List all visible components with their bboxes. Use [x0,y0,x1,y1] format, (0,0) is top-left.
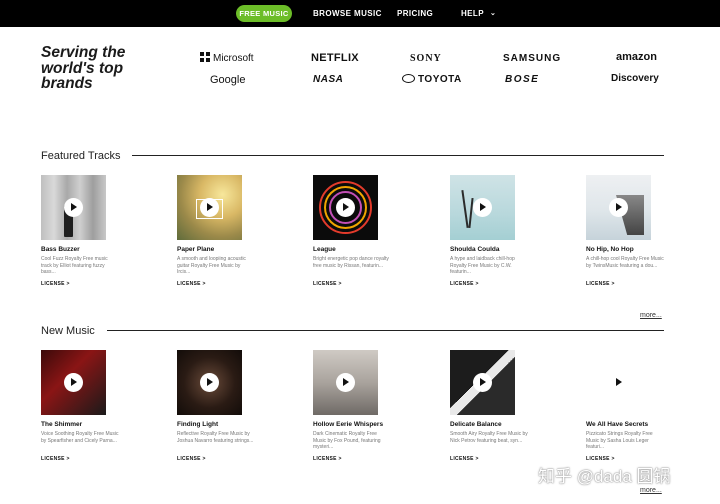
play-icon[interactable] [609,198,628,217]
watermark: 知乎 @dada 圆锅 [538,467,671,486]
license-link[interactable]: LICENSE > [177,456,206,462]
track-description: A chill-hop cool Royalty Free Music by T… [586,256,664,269]
track-title[interactable]: Bass Buzzer [41,246,80,253]
track-cover[interactable] [586,175,651,240]
track-title[interactable]: League [313,246,336,253]
track-cover[interactable] [586,350,651,415]
play-icon[interactable] [473,373,492,392]
play-icon[interactable] [336,373,355,392]
track-description: Smooth Airy Royalty Free Music by Nick P… [450,431,528,444]
logo-google: Google [210,74,246,86]
logo-samsung: SAMSUNG [503,53,562,64]
track-cover[interactable] [41,175,106,240]
track-cover[interactable] [313,175,378,240]
microsoft-grid-icon [200,52,210,62]
track-title[interactable]: Paper Plane [177,246,214,253]
featured-more-link[interactable]: more... [640,312,662,319]
play-icon[interactable] [64,198,83,217]
track-description: Pizzicato Strings Royalty Free Music by … [586,431,653,450]
license-link[interactable]: LICENSE > [313,456,342,462]
play-icon[interactable] [473,198,492,217]
section-divider [132,155,664,156]
play-icon[interactable] [336,198,355,217]
license-link[interactable]: LICENSE > [450,281,479,287]
nav-help-label: HELP [461,9,484,18]
license-link[interactable]: LICENSE > [450,456,479,462]
track-description: Bright energetic pop dance royalty free … [313,256,389,269]
track-cover[interactable] [450,175,515,240]
logo-sony: SONY [410,53,442,64]
featured-tracks-heading: Featured Tracks [41,150,121,162]
logo-toyota: TOYOTA [402,74,462,85]
logo-bose: BOSE [505,74,540,85]
track-description: Cool Fuzz Royalty Free music track by El… [41,256,108,275]
toyota-emblem-icon [402,74,415,83]
palm-art [468,197,474,229]
nav-help-menu[interactable]: HELP ⌄ [461,0,496,27]
track-title[interactable]: Delicate Balance [450,421,502,428]
top-nav: FREE MUSIC BROWSE MUSIC PRICING HELP ⌄ [0,0,720,27]
new-music-more-link[interactable]: more... [640,487,662,494]
chevron-down-icon: ⌄ [489,10,497,17]
track-cover[interactable] [450,350,515,415]
track-title[interactable]: No Hip, No Hop [586,246,634,253]
track-description: Reflective Royalty Free Music by Joshua … [177,431,254,444]
logo-discovery: Discovery [611,73,659,84]
nav-browse-music-link[interactable]: BROWSE MUSIC [313,0,382,27]
logo-nasa: NASA [313,74,344,85]
track-cover[interactable] [313,350,378,415]
license-link[interactable]: LICENSE > [586,281,615,287]
logo-netflix: NETFLIX [311,52,359,64]
license-link[interactable]: LICENSE > [313,281,342,287]
track-title[interactable]: Shoulda Coulda [450,246,499,253]
license-link[interactable]: LICENSE > [41,281,70,287]
palm-art [461,190,469,228]
nav-free-music-button[interactable]: FREE MUSIC [236,5,292,22]
nav-pricing-link[interactable]: PRICING [397,0,433,27]
play-icon[interactable] [200,373,219,392]
track-title[interactable]: We All Have Secrets [586,421,648,428]
play-icon[interactable] [64,373,83,392]
track-title[interactable]: The Shimmer [41,421,82,428]
section-divider [107,330,664,331]
license-link[interactable]: LICENSE > [41,456,70,462]
track-title[interactable]: Hollow Eerie Whispers [313,421,383,428]
track-description: Dark Cinematic Royalty Free Music by Fox… [313,431,381,450]
new-music-heading: New Music [41,325,95,337]
track-cover[interactable] [41,350,106,415]
license-link[interactable]: LICENSE > [177,281,206,287]
track-cover[interactable] [177,175,242,240]
track-title[interactable]: Finding Light [177,421,218,428]
play-icon[interactable] [609,373,628,392]
brands-heading: Serving the world's top brands [41,44,126,92]
track-description: A hype and laidback chill-hop Royalty Fr… [450,256,515,275]
logo-microsoft: Microsoft [200,52,254,64]
track-description: Voice Soothing Royalty Free Music by Spe… [41,431,119,444]
play-icon[interactable] [200,198,219,217]
track-description: A smooth and loopiing acoustic guitar Ro… [177,256,246,275]
track-cover[interactable] [177,350,242,415]
logo-amazon: amazon [616,51,657,63]
